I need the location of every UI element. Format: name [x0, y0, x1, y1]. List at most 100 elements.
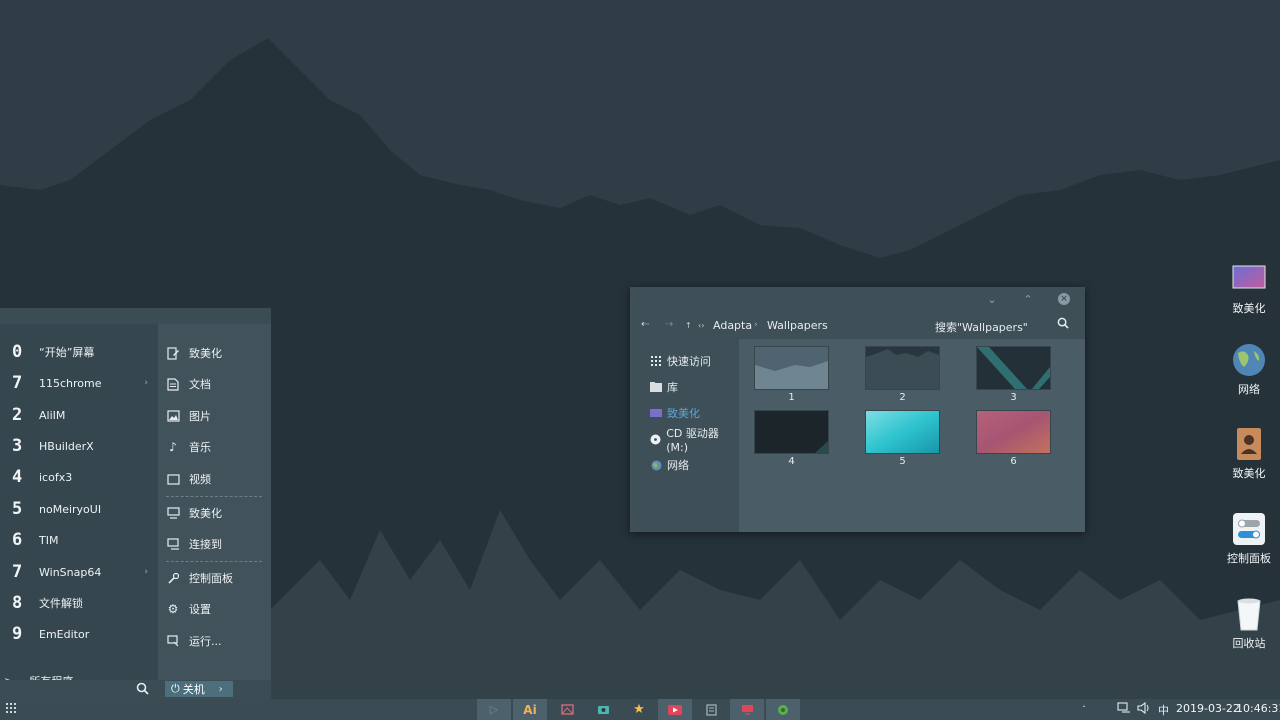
desktop-icon-contacts[interactable]: 致美化 [1222, 427, 1276, 481]
divider [166, 496, 262, 497]
app-item-115chrome[interactable]: 7 115chrome › [0, 369, 158, 397]
document-icon [166, 377, 180, 391]
divider [166, 561, 262, 562]
nav-personalize[interactable]: 致美化 [650, 404, 700, 422]
app-label: noMeiryoUI [39, 502, 102, 516]
maximize-icon[interactable]: ⌃ [1020, 291, 1036, 307]
monitor-icon[interactable] [730, 699, 764, 720]
navigation-pane: 快速访问 库 致美化 CD 驱动器 (M:) 网络 [630, 339, 739, 532]
start-button-grid-icon[interactable] [6, 703, 16, 716]
breadcrumb-adapta[interactable]: Adapta [713, 319, 752, 332]
date-display[interactable]: 2019-03-22 [1176, 702, 1240, 715]
app-label: WinSnap64 [39, 565, 102, 579]
close-icon[interactable]: × [1058, 293, 1070, 305]
nav-cd-drive[interactable]: CD 驱动器 (M:) [650, 427, 739, 454]
window-titlebar[interactable]: ⌄ ⌃ × [630, 287, 1085, 311]
illustrator-icon[interactable]: Ai [513, 699, 547, 720]
shortcut-personalize[interactable]: 致美化 [166, 340, 266, 366]
desktop-icon-label: 致美化 [1232, 467, 1266, 480]
app-number: 7 [12, 562, 23, 582]
globe-icon [650, 459, 662, 471]
camera-icon[interactable] [586, 699, 620, 720]
video-player-icon[interactable] [658, 699, 692, 720]
shortcut-connect[interactable]: 连接到 [166, 531, 266, 557]
app-number: 6 [12, 530, 23, 550]
app-item-aliim[interactable]: 2 AliIM [0, 401, 158, 429]
submenu-arrow-icon: › [144, 378, 148, 388]
expand-icon[interactable]: ‹› [698, 321, 704, 330]
desktop-icon-label: 致美化 [1232, 302, 1266, 315]
nav-library[interactable]: 库 [650, 378, 678, 396]
start-app-list: 0 “开始”屏幕 7 115chrome › 2 AliIM 3 HBuilderX 4 i… [0, 324, 158, 688]
app-item-file-unlock[interactable]: 8 文件解锁 [0, 589, 158, 617]
search-icon[interactable] [136, 682, 150, 696]
chevron-right-icon[interactable]: › [219, 684, 223, 695]
run-icon [166, 634, 180, 648]
tray-overflow-icon[interactable]: ˆ [1082, 705, 1086, 714]
shortcut-pictures[interactable]: 图片 [166, 403, 266, 429]
picture-viewer-icon[interactable] [550, 699, 584, 720]
wallpaper-thumbnail[interactable] [755, 411, 828, 453]
desktop-icon-network[interactable]: 网络 [1222, 343, 1276, 397]
forward-icon[interactable]: ⇢ [665, 319, 673, 330]
thumbnail-label: 3 [1010, 392, 1017, 403]
nav-quick-access[interactable]: 快速访问 [650, 352, 711, 370]
shortcut-label: 设置 [189, 603, 211, 616]
time-display[interactable]: 10:46:31 [1236, 702, 1280, 715]
recycle-bin-icon [1232, 597, 1266, 631]
app-label: AliIM [39, 408, 66, 422]
star-icon[interactable]: ★ [622, 699, 656, 720]
folder-icon [650, 407, 662, 419]
ime-indicator[interactable]: 中 [1158, 702, 1169, 718]
wrench-icon [166, 571, 180, 585]
shutdown-button[interactable]: ⏻ 关机 › [165, 681, 233, 697]
shortcut-label: 致美化 [189, 507, 222, 520]
breadcrumb-wallpapers[interactable]: Wallpapers [767, 319, 828, 332]
shortcut-label: 致美化 [189, 347, 222, 360]
desktop-icon-personalize[interactable]: 致美化 [1222, 262, 1276, 316]
app-item-start-screen[interactable]: 0 “开始”屏幕 [0, 338, 158, 366]
app-item-nomeiryoui[interactable]: 5 noMeiryoUI [0, 495, 158, 523]
nav-network[interactable]: 网络 [650, 456, 689, 474]
image-icon [1232, 262, 1266, 296]
wallpaper-thumbnail[interactable] [755, 347, 828, 389]
shortcut-computer[interactable]: 致美化 [166, 500, 266, 526]
shortcut-settings[interactable]: ⚙ 设置 [166, 596, 266, 622]
wallpaper-thumbnail[interactable] [866, 411, 939, 453]
address-bar: ⇠ ⇢ ↑ ‹› Adapta › Wallpapers 搜索"Wallpape… [630, 311, 1085, 339]
app-label: EmEditor [39, 627, 90, 641]
app-item-emeditor[interactable]: 9 EmEditor [0, 620, 158, 648]
video-icon [166, 472, 180, 486]
shortcut-label: 控制面板 [189, 572, 233, 585]
back-icon[interactable]: ⇠ [641, 319, 649, 330]
volume-icon[interactable] [1137, 701, 1150, 717]
nav-label: 网络 [667, 459, 689, 472]
app-item-tim[interactable]: 6 TIM [0, 526, 158, 554]
up-icon[interactable]: ↑ [685, 321, 692, 330]
desktop-icon-recycle-bin[interactable]: 回收站 [1222, 597, 1276, 651]
wallpaper-thumbnail[interactable] [977, 347, 1050, 389]
app-item-icofx3[interactable]: 4 icofx3 [0, 463, 158, 491]
thumbnail-label: 5 [899, 456, 906, 467]
shortcut-videos[interactable]: 视频 [166, 466, 266, 492]
shortcut-label: 连接到 [189, 538, 222, 551]
nav-label: 库 [667, 381, 678, 394]
minimize-icon[interactable]: ⌄ [984, 291, 1000, 307]
shortcut-documents[interactable]: 文档 [166, 371, 266, 397]
shortcut-run[interactable]: 运行... [166, 628, 266, 654]
wallpaper-thumbnail[interactable] [866, 347, 939, 389]
search-input[interactable]: 搜索"Wallpapers" [935, 319, 1028, 335]
wallpaper-thumbnail[interactable] [977, 411, 1050, 453]
play-icon[interactable]: ▷ [477, 699, 511, 720]
app-item-winsnap64[interactable]: 7 WinSnap64 › [0, 558, 158, 586]
app-item-hbuilderx[interactable]: 3 HBuilderX [0, 432, 158, 460]
app-number: 9 [12, 624, 23, 644]
green-app-icon[interactable] [766, 699, 800, 720]
shortcut-control-panel[interactable]: 控制面板 [166, 565, 266, 591]
search-icon[interactable] [1057, 317, 1069, 332]
picture-icon [166, 409, 180, 423]
notepad-icon[interactable] [694, 699, 728, 720]
network-status-icon[interactable] [1117, 702, 1131, 717]
shortcut-music[interactable]: ♪ 音乐 [166, 434, 266, 460]
desktop-icon-control-panel[interactable]: 控制面板 [1222, 512, 1276, 566]
